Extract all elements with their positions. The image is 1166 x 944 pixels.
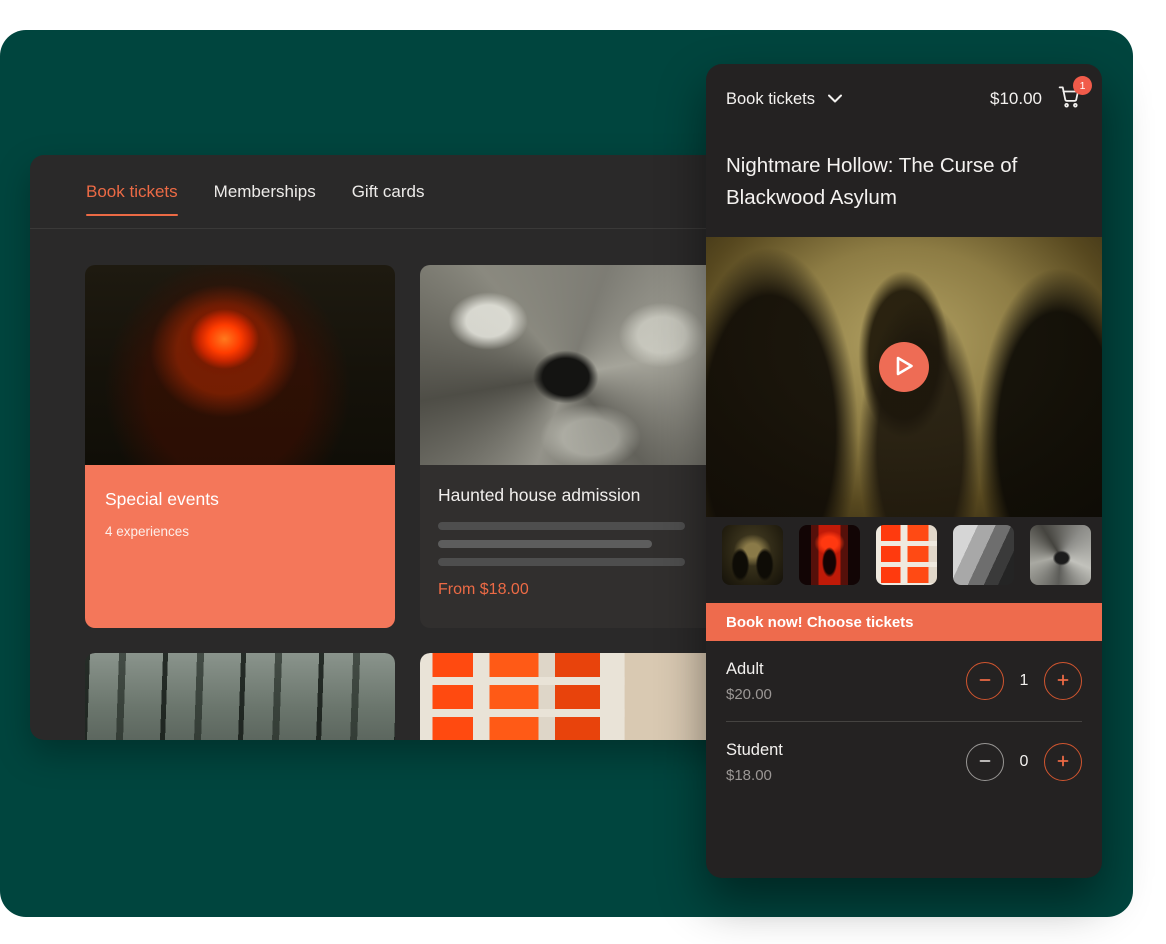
plus-button[interactable] [1044, 743, 1082, 781]
card-title: Haunted house admission [438, 485, 712, 506]
tab-label: Memberships [214, 182, 316, 201]
staircase-image [420, 265, 730, 465]
card-subtitle: 4 experiences [105, 524, 375, 539]
ticket-name: Student [726, 741, 966, 760]
ticket-price: $20.00 [726, 686, 966, 703]
adult-quantity-value: 1 [1017, 672, 1031, 690]
skeleton-line [438, 540, 652, 548]
minus-icon [977, 753, 993, 772]
tab-gift-cards[interactable]: Gift cards [352, 182, 425, 202]
book-now-banner: Book now! Choose tickets [706, 603, 1102, 641]
card-title: Special events [105, 489, 375, 510]
active-tab-underline [86, 214, 178, 216]
card-orange-window[interactable] [420, 653, 730, 740]
tab-memberships[interactable]: Memberships [214, 182, 316, 202]
tab-label: Gift cards [352, 182, 425, 201]
book-tickets-menu[interactable]: Book tickets [726, 90, 842, 109]
card-special-events[interactable]: Special events 4 experiences [85, 265, 395, 628]
thumbnail-red-lit-door[interactable] [876, 525, 937, 585]
marketing-composition: Book tickets Memberships Gift cards Spec… [0, 0, 1166, 944]
thumbnail-strip [706, 517, 1102, 585]
ticket-price: $18.00 [726, 767, 966, 784]
event-video-still[interactable] [706, 237, 1102, 517]
student-quantity-stepper: 0 [966, 743, 1082, 781]
ticket-name: Adult [726, 660, 966, 679]
tab-label: Book tickets [86, 182, 178, 201]
tab-book-tickets[interactable]: Book tickets [86, 182, 178, 202]
thumbnail-zombies[interactable] [722, 525, 783, 585]
foggy-forest-image [85, 653, 395, 740]
cart-total: $10.00 [990, 89, 1042, 109]
ticket-row-student: Student $18.00 0 [706, 722, 1102, 802]
chevron-down-icon [828, 90, 842, 108]
student-quantity-value: 0 [1017, 753, 1031, 771]
ticket-info: Student $18.00 [726, 741, 966, 784]
thumbnail-red-doorway[interactable] [799, 525, 860, 585]
card-forest[interactable] [85, 653, 395, 740]
mobile-header: Book tickets $10.00 1 [706, 64, 1102, 134]
cart-badge: 1 [1073, 76, 1092, 95]
description-skeleton [438, 522, 712, 566]
card-price: From $18.00 [438, 581, 712, 599]
pumpkin-figure-image [85, 265, 395, 465]
haunted-house-card-body: Haunted house admission From $18.00 [420, 465, 730, 628]
minus-icon [977, 672, 993, 691]
minus-button[interactable] [966, 743, 1004, 781]
event-title: Nightmare Hollow: The Curse of Blackwood… [726, 150, 1062, 214]
skeleton-line [438, 522, 685, 530]
skeleton-line [438, 558, 685, 566]
plus-icon [1055, 672, 1071, 691]
play-button[interactable] [879, 342, 929, 392]
card-haunted-house[interactable]: Haunted house admission From $18.00 [420, 265, 730, 628]
minus-button[interactable] [966, 662, 1004, 700]
special-events-card-body: Special events 4 experiences [85, 465, 395, 628]
ticket-row-adult: Adult $20.00 1 [706, 641, 1102, 721]
thumbnail-grayscale-room[interactable] [953, 525, 1014, 585]
plus-icon [1055, 753, 1071, 772]
adult-quantity-stepper: 1 [966, 662, 1082, 700]
plus-button[interactable] [1044, 662, 1082, 700]
mobile-booking-panel: Book tickets $10.00 1 Nightmare Hollow: … [706, 64, 1102, 878]
play-icon [894, 355, 915, 380]
thumbnail-grayscale-staircase[interactable] [1030, 525, 1091, 585]
menu-label: Book tickets [726, 90, 815, 109]
cart-button[interactable]: 1 [1057, 84, 1082, 114]
orange-window-image [420, 653, 730, 740]
ticket-info: Adult $20.00 [726, 660, 966, 703]
